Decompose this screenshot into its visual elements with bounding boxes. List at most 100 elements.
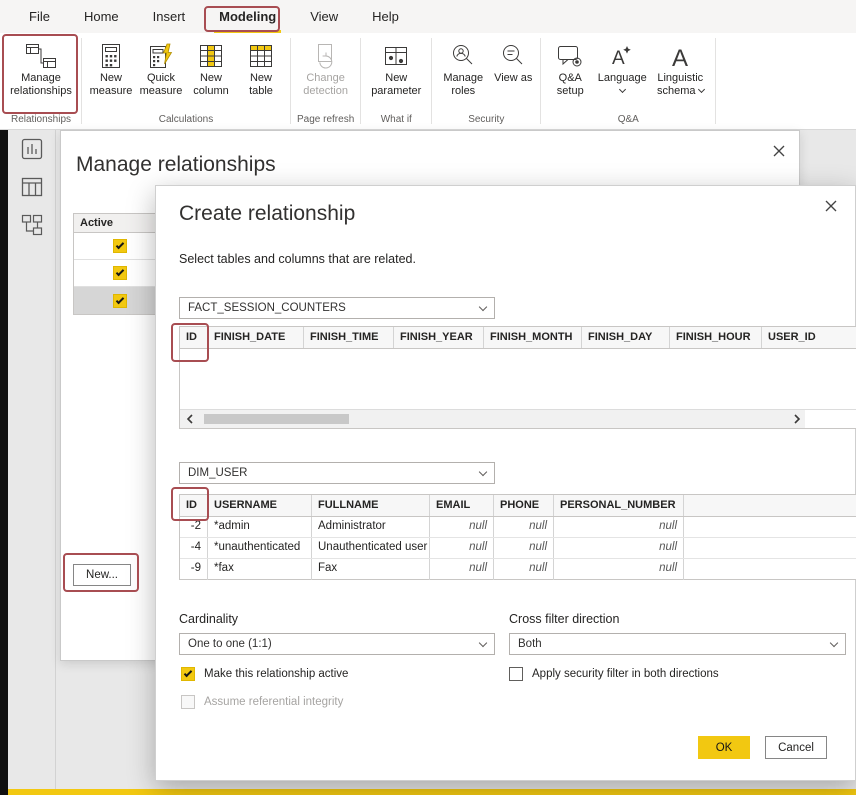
new-measure-button[interactable]: New measure bbox=[86, 35, 136, 100]
column-header-filler bbox=[684, 495, 856, 516]
ribbon-group-label: Page refresh bbox=[295, 111, 356, 129]
checkbox-label: Assume referential integrity bbox=[204, 696, 343, 708]
manage-roles-button[interactable]: Manage roles bbox=[436, 35, 490, 100]
referential-integrity-checkbox bbox=[181, 695, 195, 709]
tab-view[interactable]: View bbox=[293, 0, 355, 33]
tab-modeling[interactable]: Modeling bbox=[202, 0, 293, 33]
table-cell: null bbox=[430, 538, 494, 558]
relationship-row-selected[interactable] bbox=[74, 287, 166, 314]
tab-home[interactable]: Home bbox=[67, 0, 136, 33]
ribbon-group-qa: Q&A setup A Language A bbox=[542, 33, 714, 129]
ribbon-separator bbox=[431, 38, 432, 124]
linguistic-schema-button[interactable]: A Linguistic schema bbox=[649, 35, 711, 100]
table-header-row: ID FINISH_DATE FINISH_TIME FINISH_YEAR F… bbox=[180, 327, 856, 349]
column-header[interactable]: USERNAME bbox=[208, 495, 312, 516]
ribbon-separator bbox=[360, 38, 361, 124]
close-icon[interactable] bbox=[821, 196, 841, 216]
checkbox-label: Apply security filter in both directions bbox=[532, 668, 719, 680]
table-cell: null bbox=[554, 538, 684, 558]
column-header[interactable]: EMAIL bbox=[430, 495, 494, 516]
new-table-button[interactable]: New table bbox=[236, 35, 286, 100]
table-cell: null bbox=[494, 559, 554, 580]
column-header[interactable]: FINISH_TIME bbox=[304, 327, 394, 348]
scroll-right-icon[interactable] bbox=[789, 410, 805, 428]
language-icon: A bbox=[610, 39, 634, 69]
model-view-icon bbox=[21, 214, 43, 236]
ok-button[interactable]: OK bbox=[698, 736, 750, 759]
table-row: -2 *admin Administrator null null null bbox=[180, 517, 856, 538]
table-cell: null bbox=[554, 559, 684, 580]
new-parameter-button[interactable]: New parameter bbox=[365, 35, 427, 100]
table-column-icon bbox=[199, 39, 223, 69]
column-header[interactable]: PERSONAL_NUMBER bbox=[554, 495, 684, 516]
column-header[interactable]: FINISH_HOUR bbox=[670, 327, 762, 348]
ribbon-group-what-if: New parameter What if bbox=[362, 33, 430, 129]
button-label: New table bbox=[237, 72, 285, 98]
column-header[interactable]: FINISH_YEAR bbox=[394, 327, 484, 348]
cross-filter-dropdown[interactable]: Both bbox=[509, 633, 846, 655]
model-view-button[interactable] bbox=[8, 206, 56, 244]
new-relationship-button[interactable]: New... bbox=[73, 564, 131, 586]
active-checkbox[interactable] bbox=[113, 294, 127, 308]
language-button[interactable]: A Language bbox=[595, 35, 649, 94]
ribbon-group-label: Q&A bbox=[616, 111, 641, 129]
ribbon-group-calculations: New measure Quick measure bbox=[83, 33, 289, 129]
active-checkbox[interactable] bbox=[113, 266, 127, 280]
quick-measure-button[interactable]: Quick measure bbox=[136, 35, 186, 100]
relationship-row[interactable] bbox=[74, 260, 166, 287]
close-icon[interactable] bbox=[769, 141, 789, 161]
scroll-left-icon[interactable] bbox=[182, 410, 198, 428]
column-header[interactable]: FINISH_MONTH bbox=[484, 327, 582, 348]
table-cell: *admin bbox=[208, 517, 312, 537]
svg-text:A: A bbox=[612, 48, 625, 69]
column-header[interactable]: PHONE bbox=[494, 495, 554, 516]
horizontal-scrollbar[interactable] bbox=[180, 410, 805, 428]
security-filter-checkbox[interactable] bbox=[509, 667, 523, 681]
button-label: Q&A setup bbox=[546, 72, 594, 98]
relationship-row[interactable] bbox=[74, 233, 166, 260]
active-checkbox[interactable] bbox=[113, 239, 127, 253]
tab-help[interactable]: Help bbox=[355, 0, 416, 33]
ribbon-separator bbox=[715, 38, 716, 124]
to-table-selector[interactable]: DIM_USER bbox=[179, 462, 495, 484]
view-as-button[interactable]: View as bbox=[490, 35, 536, 87]
data-view-button[interactable] bbox=[8, 168, 56, 206]
active-column-header: Active bbox=[74, 214, 166, 233]
tab-insert[interactable]: Insert bbox=[136, 0, 203, 33]
new-column-button[interactable]: New column bbox=[186, 35, 236, 100]
button-label: Quick measure bbox=[137, 72, 185, 98]
from-table-selector[interactable]: FACT_SESSION_COUNTERS bbox=[179, 297, 495, 319]
tab-label: Home bbox=[84, 9, 119, 24]
chevron-down-icon bbox=[830, 638, 838, 646]
table-cell: -2 bbox=[180, 517, 208, 537]
column-header[interactable]: ID bbox=[180, 327, 208, 348]
make-active-checkbox[interactable] bbox=[181, 667, 195, 681]
ribbon-separator bbox=[540, 38, 541, 124]
column-header[interactable]: FINISH_DATE bbox=[208, 327, 304, 348]
column-header[interactable]: ID bbox=[180, 495, 208, 516]
qa-setup-button[interactable]: Q&A setup bbox=[545, 35, 595, 100]
to-table-preview: ID USERNAME FULLNAME EMAIL PHONE PERSONA… bbox=[179, 494, 856, 580]
ribbon-group-label: Security bbox=[466, 111, 506, 129]
column-header[interactable]: USER_ID bbox=[762, 327, 856, 348]
cardinality-dropdown[interactable]: One to one (1:1) bbox=[179, 633, 495, 655]
table-cell: *fax bbox=[208, 559, 312, 580]
report-view-button[interactable] bbox=[8, 130, 56, 168]
status-bar bbox=[8, 789, 856, 795]
cardinality-label: Cardinality bbox=[179, 612, 238, 626]
report-view-icon bbox=[21, 138, 43, 160]
manage-relationships-button[interactable]: Manage relationships bbox=[5, 35, 77, 100]
magnifier-icon bbox=[500, 39, 526, 69]
table-cell: Administrator bbox=[312, 517, 430, 537]
column-header[interactable]: FINISH_DAY bbox=[582, 327, 670, 348]
scrollbar-thumb[interactable] bbox=[204, 414, 349, 424]
svg-text:A: A bbox=[672, 45, 688, 69]
button-label: View as bbox=[494, 72, 532, 85]
make-active-checkbox-row: Make this relationship active bbox=[181, 667, 348, 681]
table-cell: null bbox=[430, 559, 494, 580]
create-dialog-title: Create relationship bbox=[179, 202, 355, 226]
tab-file[interactable]: File bbox=[12, 0, 67, 33]
cancel-button[interactable]: Cancel bbox=[765, 736, 827, 759]
powerbi-desktop-window: File Home Insert Modeling View Help Mana… bbox=[0, 0, 856, 795]
column-header[interactable]: FULLNAME bbox=[312, 495, 430, 516]
